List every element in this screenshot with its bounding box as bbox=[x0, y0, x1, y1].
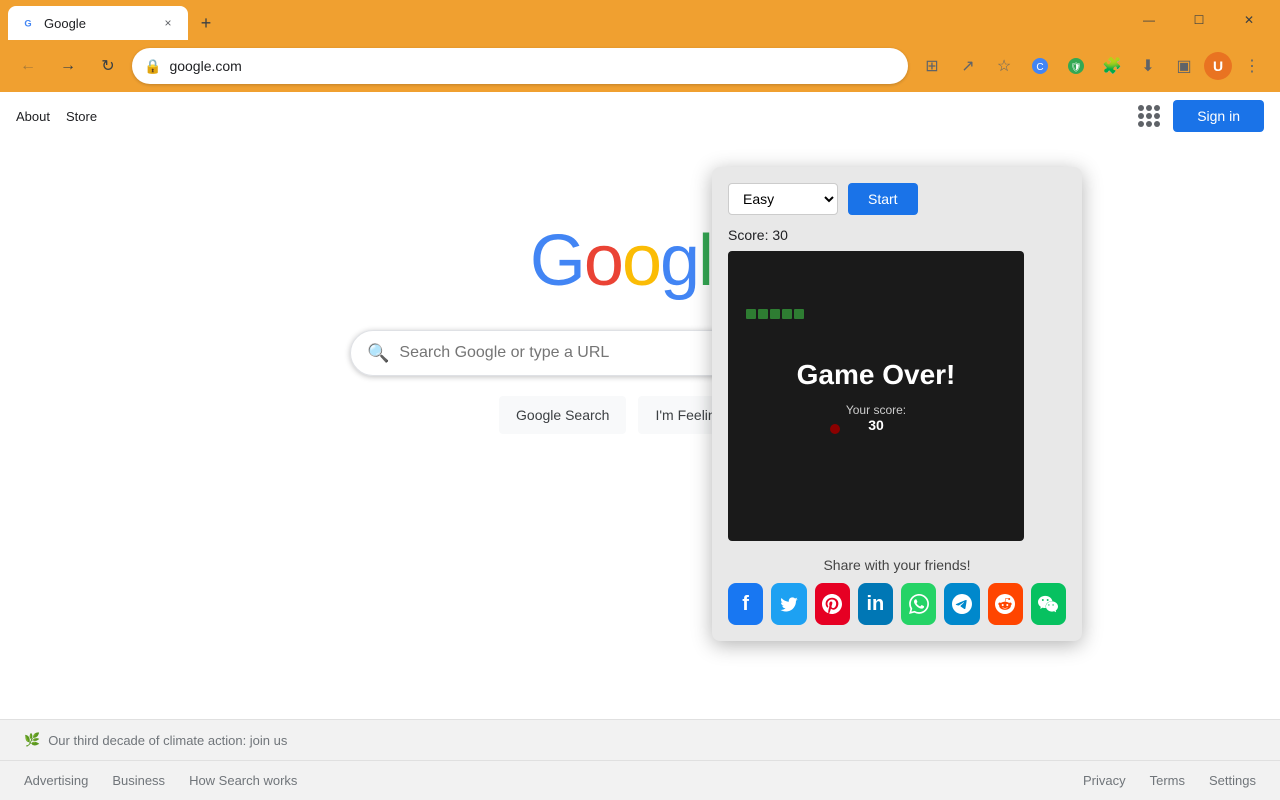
share-section: Share with your friends! f in bbox=[728, 557, 1066, 625]
share-wechat-button[interactable] bbox=[1031, 583, 1066, 625]
page-header: About Store Sign in bbox=[0, 92, 1280, 140]
footer-links-left: Advertising Business How Search works bbox=[24, 773, 297, 788]
snake-seg-4 bbox=[782, 309, 792, 319]
footer-links-right: Privacy Terms Settings bbox=[1083, 773, 1256, 788]
advertising-link[interactable]: Advertising bbox=[24, 773, 88, 788]
url-display: google.com bbox=[169, 58, 896, 74]
refresh-button[interactable]: ↻ bbox=[92, 50, 124, 82]
footer-bottom: Advertising Business How Search works Pr… bbox=[0, 761, 1280, 800]
page-content: About Store Sign in G o o g bbox=[0, 92, 1280, 800]
forward-button[interactable]: → bbox=[52, 50, 84, 82]
terms-link[interactable]: Terms bbox=[1150, 773, 1185, 788]
google-search-button[interactable]: Google Search bbox=[499, 396, 626, 434]
toolbar-icons: ⊞ ↗ ☆ C 🛡 🧩 ⬇ ▣ U ⋮ bbox=[916, 50, 1268, 82]
game-controls: Easy Medium Hard Start bbox=[728, 183, 1066, 215]
extension-2-icon[interactable]: 🛡 bbox=[1060, 50, 1092, 82]
share-twitter-button[interactable] bbox=[771, 583, 806, 625]
store-link[interactable]: Store bbox=[66, 109, 97, 124]
score-display: Score: 30 bbox=[728, 227, 1066, 243]
snake-seg-2 bbox=[758, 309, 768, 319]
share-telegram-button[interactable] bbox=[944, 583, 979, 625]
close-button[interactable]: ✕ bbox=[1226, 4, 1272, 36]
privacy-link[interactable]: Privacy bbox=[1083, 773, 1126, 788]
search-area: 🔍 Google Search I'm Feeling Lucky bbox=[0, 330, 1280, 434]
cast-icon[interactable]: ⊞ bbox=[916, 50, 948, 82]
game-over-score-value: 30 bbox=[797, 417, 956, 433]
leaf-icon: 🌿 bbox=[24, 732, 40, 748]
logo-o1: o bbox=[584, 220, 622, 302]
share-linkedin-button[interactable]: in bbox=[858, 583, 893, 625]
svg-text:G: G bbox=[24, 18, 31, 28]
window-controls: — ☐ ✕ bbox=[1126, 4, 1272, 36]
food-dot bbox=[830, 424, 840, 434]
how-search-works-link[interactable]: How Search works bbox=[189, 773, 297, 788]
search-icon: 🔍 bbox=[367, 343, 389, 364]
share-whatsapp-button[interactable] bbox=[901, 583, 936, 625]
svg-text:C: C bbox=[1036, 62, 1043, 73]
tab-title: Google bbox=[44, 16, 152, 31]
settings-link[interactable]: Settings bbox=[1209, 773, 1256, 788]
download-icon[interactable]: ⬇ bbox=[1132, 50, 1164, 82]
bookmark-icon[interactable]: ☆ bbox=[988, 50, 1020, 82]
business-link[interactable]: Business bbox=[112, 773, 165, 788]
grid-dots bbox=[1138, 105, 1160, 127]
title-bar: G Google × + — ☐ ✕ bbox=[0, 0, 1280, 40]
score-label-text: Score: bbox=[728, 227, 768, 243]
back-button[interactable]: ← bbox=[12, 50, 44, 82]
logo-o2: o bbox=[622, 220, 660, 302]
logo-l: l bbox=[698, 220, 712, 302]
extensions-icon[interactable]: 🧩 bbox=[1096, 50, 1128, 82]
address-input-wrap[interactable]: 🔒 google.com bbox=[132, 48, 908, 84]
logo-g2: g bbox=[660, 220, 698, 302]
game-panel: Easy Medium Hard Start Score: 30 bbox=[712, 167, 1082, 641]
logo-g: G bbox=[530, 220, 584, 302]
snake-seg-1 bbox=[746, 309, 756, 319]
about-link[interactable]: About bbox=[16, 109, 50, 124]
share-label: Share with your friends! bbox=[728, 557, 1066, 573]
active-tab[interactable]: G Google × bbox=[8, 6, 188, 40]
share-facebook-button[interactable]: f bbox=[728, 583, 763, 625]
game-over-score-label: Your score: bbox=[797, 403, 956, 417]
google-favicon: G bbox=[20, 15, 36, 31]
share-icon[interactable]: ↗ bbox=[952, 50, 984, 82]
snake-seg-5 bbox=[794, 309, 804, 319]
header-links-left: About Store bbox=[16, 109, 97, 124]
address-bar: ← → ↻ 🔒 google.com ⊞ ↗ ☆ C 🛡 🧩 ⬇ ▣ U ⋮ bbox=[0, 40, 1280, 92]
menu-icon[interactable]: ⋮ bbox=[1236, 50, 1268, 82]
apps-grid-icon[interactable] bbox=[1133, 100, 1165, 132]
tab-bar: G Google × + bbox=[8, 0, 1122, 40]
game-over-overlay: Game Over! Your score: 30 bbox=[797, 359, 956, 433]
minimize-button[interactable]: — bbox=[1126, 4, 1172, 36]
share-reddit-button[interactable] bbox=[988, 583, 1023, 625]
tab-close-button[interactable]: × bbox=[160, 15, 176, 31]
new-tab-button[interactable]: + bbox=[192, 9, 220, 37]
footer-climate: 🌿 Our third decade of climate action: jo… bbox=[0, 720, 1280, 761]
game-canvas[interactable]: Game Over! Your score: 30 bbox=[728, 251, 1024, 541]
start-button[interactable]: Start bbox=[848, 183, 918, 215]
climate-text: Our third decade of climate action: join… bbox=[48, 733, 287, 748]
score-value: 30 bbox=[772, 227, 788, 243]
header-right: Sign in bbox=[1133, 100, 1264, 132]
difficulty-select[interactable]: Easy Medium Hard bbox=[728, 183, 838, 215]
chrome-browser: G Google × + — ☐ ✕ ← → ↻ 🔒 google.com ⊞ … bbox=[0, 0, 1280, 800]
snake-seg-3 bbox=[770, 309, 780, 319]
page-footer: 🌿 Our third decade of climate action: jo… bbox=[0, 719, 1280, 800]
extension-1-icon[interactable]: C bbox=[1024, 50, 1056, 82]
sign-in-button[interactable]: Sign in bbox=[1173, 100, 1264, 132]
svg-text:🛡: 🛡 bbox=[1070, 62, 1081, 72]
split-view-icon[interactable]: ▣ bbox=[1168, 50, 1200, 82]
share-icons: f in bbox=[728, 583, 1066, 625]
lock-icon: 🔒 bbox=[144, 58, 161, 75]
google-logo-area: G o o g l e bbox=[0, 220, 1280, 302]
profile-avatar[interactable]: U bbox=[1204, 52, 1232, 80]
share-pinterest-button[interactable] bbox=[815, 583, 850, 625]
maximize-button[interactable]: ☐ bbox=[1176, 4, 1222, 36]
game-over-title: Game Over! bbox=[797, 359, 956, 391]
